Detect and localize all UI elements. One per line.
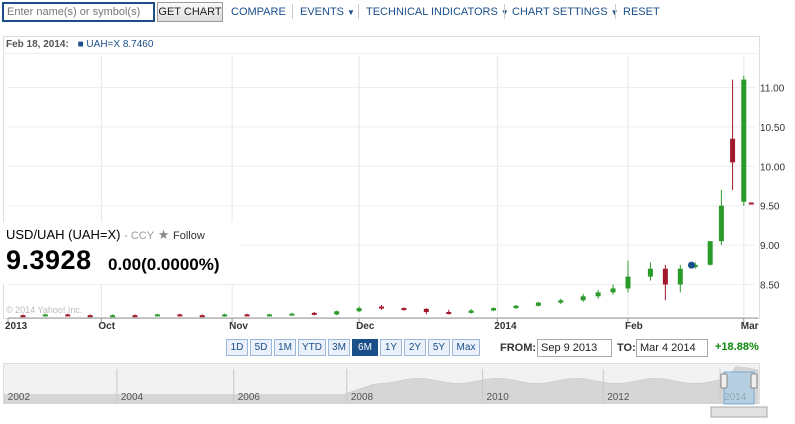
- range-button-1m[interactable]: 1M: [274, 339, 296, 356]
- range-button-2y[interactable]: 2Y: [404, 339, 426, 356]
- legend-series: ■ UAH=X 8.7460: [77, 39, 154, 50]
- legend-date: Feb 18, 2014:: [6, 39, 69, 50]
- y-tick-label: 10.00: [760, 162, 785, 173]
- range-button-max[interactable]: Max: [452, 339, 480, 356]
- from-label: FROM:: [500, 342, 537, 354]
- y-tick-label: 10.50: [760, 123, 785, 134]
- quote-currency: - CCY: [124, 230, 155, 242]
- range-button-ytd[interactable]: YTD: [298, 339, 326, 356]
- toolbar: GET CHART COMPARE EVENTS▼ TECHNICAL INDI…: [0, 0, 795, 24]
- legend-series-label: UAH=X 8.7460: [86, 39, 154, 50]
- range-button-3m[interactable]: 3M: [328, 339, 350, 356]
- quote-panel: USD/UAH (UAH=X) - CCY ★ Follow 9.3928 0.…: [0, 222, 240, 284]
- chart-legend: Feb 18, 2014: ■ UAH=X 8.7460: [6, 39, 153, 50]
- compare-menu[interactable]: COMPARE: [231, 6, 286, 18]
- follow-button[interactable]: Follow: [173, 230, 205, 242]
- toolbar-divider: [292, 4, 293, 19]
- y-tick-label: 9.00: [760, 241, 780, 252]
- quote-symbol-name: USD/UAH (UAH=X): [6, 227, 121, 242]
- technical-indicators-menu[interactable]: TECHNICAL INDICATORS▼: [366, 6, 509, 18]
- technical-indicators-label: TECHNICAL INDICATORS: [366, 6, 498, 18]
- quote-price: 9.3928: [6, 245, 92, 275]
- quote-title: USD/UAH (UAH=X) - CCY ★ Follow: [6, 227, 205, 243]
- x-tick-label: Feb: [625, 321, 643, 332]
- timeline-navigator[interactable]: [3, 363, 760, 404]
- toolbar-divider: [358, 4, 359, 19]
- events-label: EVENTS: [300, 6, 345, 18]
- navigator-scrollbar: [710, 406, 768, 418]
- x-tick-label: Nov: [229, 321, 248, 332]
- copyright: © 2014 Yahoo! Inc.: [6, 305, 83, 315]
- to-date-input[interactable]: [636, 339, 708, 357]
- y-tick-label: 9.50: [760, 202, 780, 213]
- range-button-1y[interactable]: 1Y: [380, 339, 402, 356]
- period-change: +18.88%: [715, 341, 759, 353]
- to-label: TO:: [617, 342, 636, 354]
- events-menu[interactable]: EVENTS ▼: [300, 6, 355, 18]
- y-tick-label: 11.00: [760, 84, 785, 95]
- x-tick-label: Oct: [98, 321, 115, 332]
- symbol-search-input[interactable]: [2, 2, 155, 22]
- toolbar-divider: [615, 4, 616, 19]
- follow-star-icon[interactable]: ★: [158, 227, 170, 242]
- caret-down-icon: ▼: [347, 8, 355, 17]
- get-chart-button[interactable]: GET CHART: [157, 2, 223, 22]
- x-tick-label: 2013: [5, 321, 28, 332]
- y-tick-label: 8.50: [760, 280, 780, 291]
- x-tick-label: Mar: [741, 321, 759, 332]
- toolbar-divider: [504, 4, 505, 19]
- from-date-input[interactable]: [537, 339, 612, 357]
- quote-change: 0.00(0.0000%): [108, 255, 220, 274]
- x-tick-label: 2014: [494, 321, 517, 332]
- range-button-6m[interactable]: 6M: [352, 339, 378, 356]
- x-tick-label: Dec: [356, 321, 375, 332]
- range-button-5d[interactable]: 5D: [250, 339, 272, 356]
- reset-button[interactable]: RESET: [623, 6, 660, 18]
- legend-divider: [3, 53, 760, 54]
- range-button-5y[interactable]: 5Y: [428, 339, 450, 356]
- range-button-1d[interactable]: 1D: [226, 339, 248, 356]
- chart-settings-menu[interactable]: CHART SETTINGS▼: [512, 6, 618, 18]
- chart-settings-label: CHART SETTINGS: [512, 6, 608, 18]
